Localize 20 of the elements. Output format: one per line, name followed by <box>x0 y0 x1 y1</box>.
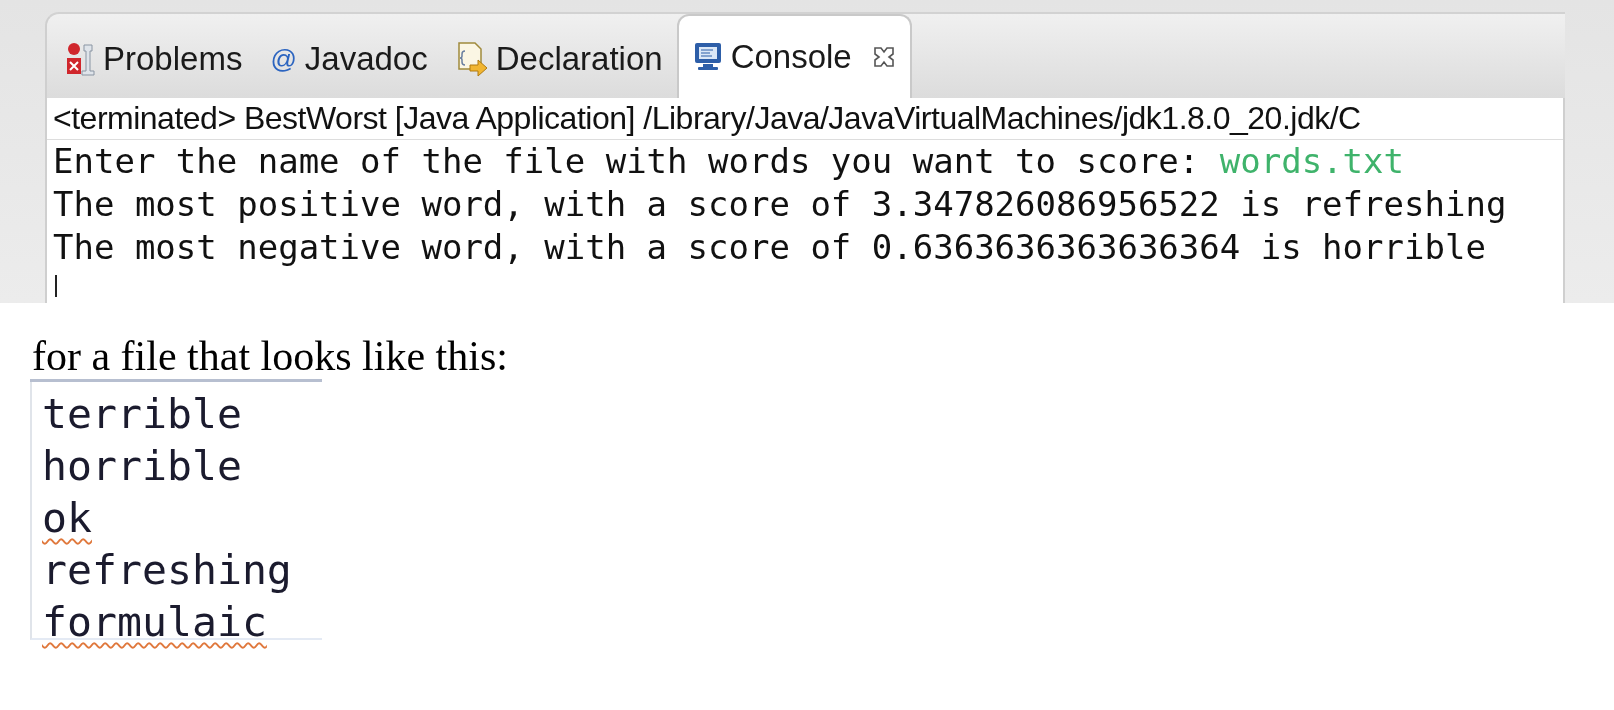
console-line: The most positive word, with a score of 3.347826086956522 is refreshing <box>53 183 1508 226</box>
view-tab[interactable]: Declaration <box>441 22 677 96</box>
close-icon[interactable] <box>871 45 896 69</box>
monitor-icon <box>692 41 723 73</box>
process-header: <terminated> BestWorst [Java Application] /Library/Java/JavaVirtualMachines/jdk1.8.0_20.jdk/C <box>47 98 1563 140</box>
document-arrow-icon <box>455 41 488 77</box>
at-sign-icon: @ <box>270 43 297 75</box>
caption-text: for a file that looks like this: <box>32 333 508 379</box>
file-line: refreshing <box>42 544 292 596</box>
file-line: formulaic <box>42 596 267 648</box>
file-line: horrible <box>42 440 242 492</box>
view-tab[interactable]: Console <box>676 14 912 98</box>
text-cursor <box>55 275 57 297</box>
view-tab[interactable]: Problems <box>51 22 257 96</box>
console-line: Enter the name of the file with words you want to score: words.txt <box>53 140 1405 183</box>
file-line: ok <box>42 492 92 544</box>
console-line: The most negative word, with a score of 0.6363636363636364 is horrible <box>53 226 1487 269</box>
file-line: terrible <box>42 388 242 440</box>
problems-icon <box>65 41 95 77</box>
view-tab[interactable]: @ Javadoc <box>256 22 442 96</box>
